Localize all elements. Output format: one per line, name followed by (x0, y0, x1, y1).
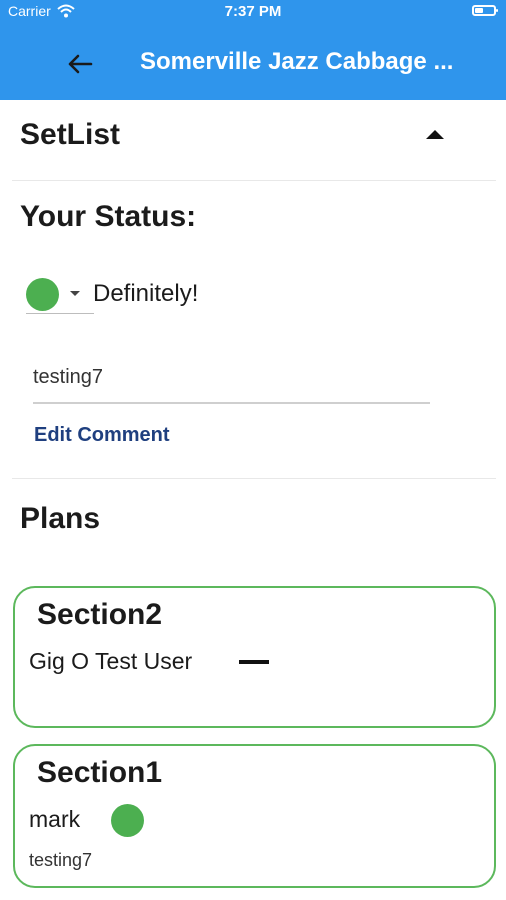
member-name: mark (29, 806, 81, 832)
page-title: Somerville Jazz Cabbage ... (140, 48, 454, 75)
header-bar: Carrier 7:37 PM Somerville Jazz Cabbage … (0, 0, 506, 100)
app-screen: Carrier 7:37 PM Somerville Jazz Cabbage … (0, 0, 506, 900)
member-name: Gig O Test User (29, 648, 193, 674)
setlist-title: SetList (20, 118, 121, 151)
section-title: Section2 (37, 598, 163, 631)
member-comment: testing7 (29, 850, 93, 870)
plans-heading: Plans (20, 502, 101, 535)
comment-field[interactable] (33, 352, 430, 404)
green-dot-icon (111, 804, 144, 837)
clock-time: 7:37 PM (224, 3, 282, 20)
green-status-dot-icon (26, 278, 59, 311)
section-card: Section1 mark testing7 (13, 744, 496, 888)
edit-comment-button[interactable]: Edit Comment (34, 424, 170, 447)
battery-icon (472, 5, 498, 16)
caret-up-icon[interactable] (426, 130, 444, 139)
divider (12, 180, 496, 181)
divider (12, 478, 496, 479)
section-card: Section2 Gig O Test User (13, 586, 496, 728)
status-label: Definitely! (93, 280, 199, 307)
status-heading: Your Status: (20, 200, 197, 233)
section-title: Section1 (37, 756, 163, 789)
dropdown-arrow-icon (70, 291, 80, 296)
dash-icon (239, 660, 269, 664)
status-bar: Carrier 7:37 PM (0, 0, 506, 24)
setlist-header[interactable]: SetList (0, 100, 506, 180)
back-button[interactable] (60, 46, 100, 82)
back-arrow-icon (68, 54, 93, 74)
dropdown-underline (26, 313, 94, 314)
status-dropdown[interactable] (26, 275, 94, 315)
